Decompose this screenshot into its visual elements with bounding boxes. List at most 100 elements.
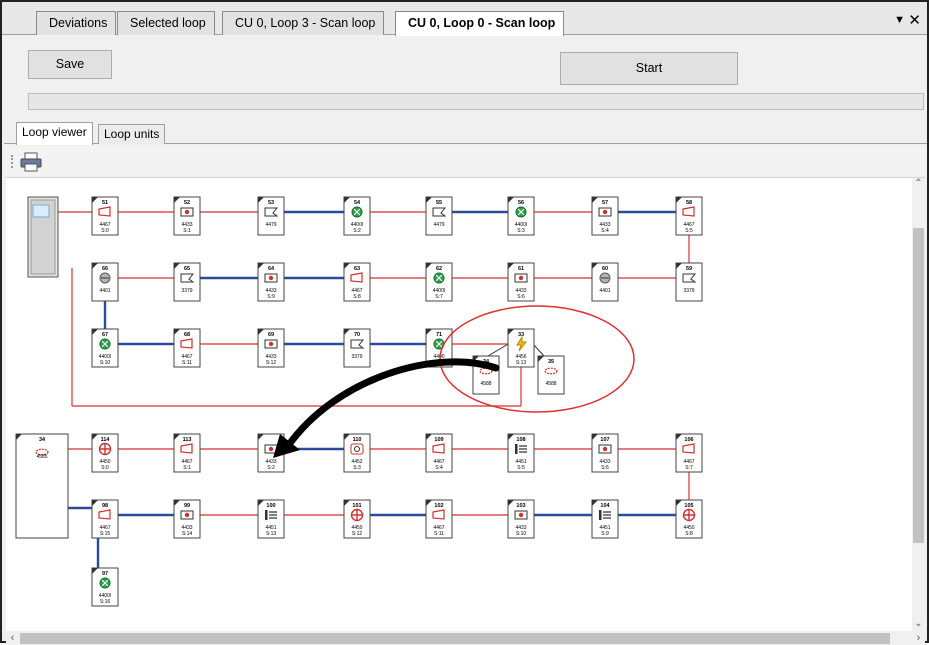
loop-unit[interactable]: 1054450S:8 <box>675 499 703 539</box>
loop-unit[interactable]: 34 4585 <box>15 433 69 539</box>
unit-type: 4585 <box>36 454 47 460</box>
loop-unit[interactable]: 60 4401 <box>591 262 619 302</box>
unit-subaddress: S:10 <box>516 531 527 537</box>
tab-cu0-loop3[interactable]: CU 0, Loop 3 - Scan loop <box>222 11 385 35</box>
loop-unit[interactable]: 574433S:4 <box>591 196 619 236</box>
unit-address: 71 <box>436 332 442 338</box>
start-button[interactable]: Start <box>560 52 738 85</box>
vertical-scrollbar[interactable]: ⌃ ⌄ <box>912 178 925 631</box>
printer-icon[interactable] <box>20 152 42 172</box>
unit-address: 113 <box>183 437 192 443</box>
loop-viewer-canvas[interactable]: 51 4467 S:0 52 4433 S:1 53 4479 54 4400I S:2 55 4479… <box>6 177 925 631</box>
loop-unit[interactable]: 1064467S:7 <box>675 433 703 473</box>
unit-address: 97 <box>102 571 108 577</box>
unit-type: 4588 <box>480 381 491 387</box>
control-panel[interactable] <box>27 196 59 278</box>
loop-unit[interactable]: 1144450S:0 <box>91 433 119 473</box>
loop-unit[interactable]: 984467S:15 <box>91 499 119 539</box>
horizontal-scrollbar[interactable]: ‹ › <box>6 632 925 645</box>
unit-address: 52 <box>184 200 190 206</box>
loop-unit[interactable]: 1014450S:12 <box>343 499 371 539</box>
loop-unit[interactable]: 544400IS:2 <box>343 196 371 236</box>
loop-unit[interactable]: 1134467S:1 <box>173 433 201 473</box>
input-module-icon <box>180 510 194 520</box>
loop-unit[interactable]: 1094467S:4 <box>425 433 453 473</box>
loop-unit[interactable]: 59 3379 <box>675 262 703 302</box>
unit-subaddress: S:5 <box>517 465 525 471</box>
tab-loop-units[interactable]: Loop units <box>98 124 166 144</box>
chevron-left-icon[interactable]: ‹ <box>6 632 19 645</box>
unit-subaddress: S:4 <box>435 465 443 471</box>
close-icon[interactable]: ✕ <box>908 11 921 29</box>
tab-cu0-loop0[interactable]: CU 0, Loop 0 - Scan loop <box>395 11 565 36</box>
loop-unit[interactable]: 634467S:8 <box>343 262 371 302</box>
unit-address: 58 <box>686 200 692 206</box>
loop-unit[interactable]: 1074433S:6 <box>591 433 619 473</box>
alarm-device-icon <box>350 443 364 455</box>
unit-address: 60 <box>602 266 608 272</box>
scroll-thumb[interactable] <box>20 633 890 644</box>
unit-subaddress: S:14 <box>182 531 193 537</box>
loop-unit[interactable]: 65 3379 <box>173 262 201 302</box>
loop-unit[interactable]: 684467S:11 <box>173 328 201 368</box>
loop-unit[interactable]: 674400IS:10 <box>91 328 119 368</box>
unit-type: 3379 <box>351 354 362 360</box>
loop-unit[interactable]: 524433S:1 <box>173 196 201 236</box>
chevron-right-icon[interactable]: › <box>912 632 925 645</box>
progress-bar <box>28 93 924 110</box>
unit-subaddress: S:12 <box>352 531 363 537</box>
document-tab-strip: Deviations Selected loop CU 0, Loop 3 - … <box>2 2 927 36</box>
loop-unit[interactable]: 974400IS:16 <box>91 567 119 607</box>
unit-type: 4588 <box>545 381 556 387</box>
unit-type: 4479 <box>265 222 276 228</box>
chevron-up-icon[interactable]: ⌃ <box>912 178 925 192</box>
loop-unit[interactable]: 55 4479 <box>425 196 453 236</box>
smoke-detector-icon <box>515 206 527 218</box>
unit-subaddress: S:13 <box>266 531 277 537</box>
tab-selected-loop[interactable]: Selected loop <box>117 11 215 35</box>
loop-unit[interactable]: 584467S:5 <box>675 196 703 236</box>
move-arrow <box>284 358 500 450</box>
loop-unit[interactable]: 994433S:14 <box>173 499 201 539</box>
loop-unit[interactable]: 614433S:6 <box>507 262 535 302</box>
save-button[interactable]: Save <box>28 50 112 79</box>
unit-subaddress: S:8 <box>685 531 693 537</box>
loop-unit[interactable]: 1024467S:11 <box>425 499 453 539</box>
loop-unit[interactable]: 35 4588 <box>537 355 565 395</box>
loop-unit[interactable]: 70 3379 <box>343 328 371 368</box>
unit-address: 34 <box>39 437 46 443</box>
unit-type: 4401 <box>99 288 110 294</box>
loop-unit[interactable]: 334456S:13 <box>507 328 535 368</box>
unit-subaddress: S:10 <box>100 360 111 366</box>
loop-unit[interactable]: 644433S:9 <box>257 262 285 302</box>
loop-unit[interactable]: 564400IS:3 <box>507 196 535 236</box>
loop-unit[interactable]: 1104452S:3 <box>343 433 371 473</box>
unit-address: 64 <box>268 266 275 272</box>
loop-unit[interactable]: 1034433S:10 <box>507 499 535 539</box>
viewer-toolbar <box>4 146 927 176</box>
unit-subaddress: S:5 <box>685 228 693 234</box>
loop-unit[interactable]: 694433S:12 <box>257 328 285 368</box>
loop-unit[interactable]: 514467S:0 <box>91 196 119 236</box>
loop-unit[interactable]: 1044451S:9 <box>591 499 619 539</box>
tab-loop-viewer[interactable]: Loop viewer <box>16 122 93 145</box>
scroll-thumb[interactable] <box>913 228 924 543</box>
unit-subaddress: S:12 <box>266 360 277 366</box>
loop-unit[interactable]: 1004451S:13 <box>257 499 285 539</box>
loop-unit[interactable]: 53 4479 <box>257 196 285 236</box>
loop-unit[interactable]: 624400IS:7 <box>425 262 453 302</box>
unit-subaddress: S:1 <box>183 465 191 471</box>
unit-address: 109 <box>434 437 443 443</box>
loop-unit[interactable]: 66 4401 <box>91 262 119 302</box>
unit-address: 63 <box>354 266 360 272</box>
unit-address: 70 <box>354 332 360 338</box>
tab-deviations[interactable]: Deviations <box>36 11 117 35</box>
input-module-icon <box>598 207 612 217</box>
unit-subaddress: S:1 <box>183 228 191 234</box>
chevron-down-icon[interactable]: ⌄ <box>912 618 925 631</box>
chevron-down-icon[interactable]: ▼ <box>894 14 905 26</box>
unit-type: 4479 <box>433 222 444 228</box>
input-module-icon <box>264 339 278 349</box>
unit-address: 61 <box>518 266 524 272</box>
loop-unit[interactable]: 1084451S:5 <box>507 433 535 473</box>
